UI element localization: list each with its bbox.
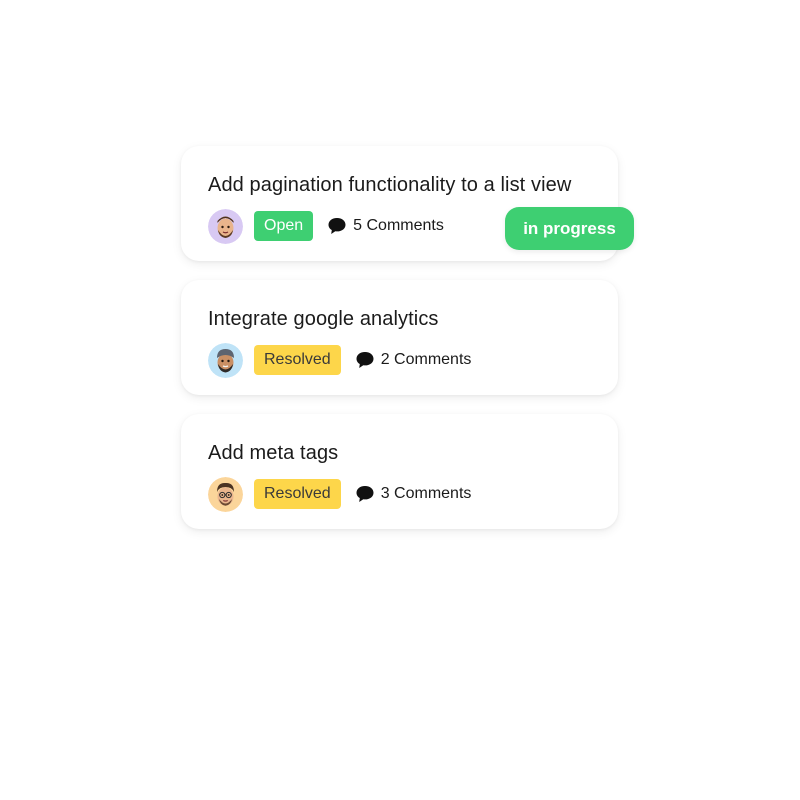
avatar-man-glasses-icon [208, 476, 243, 512]
task-card[interactable]: Integrate google analytics Resolved 2 Co… [181, 280, 618, 395]
comments-link[interactable]: 2 Comments [355, 350, 472, 370]
speech-bubble-icon [356, 352, 374, 368]
avatar[interactable] [208, 342, 243, 378]
comments-count: 5 Comments [353, 217, 444, 234]
comments-link[interactable]: 3 Comments [355, 484, 472, 504]
task-meta: Open 5 Comments [208, 208, 444, 244]
status-badge: Open [254, 211, 314, 241]
task-title: Integrate google analytics [208, 308, 439, 330]
status-badge: Resolved [254, 479, 341, 509]
in-progress-status-pill[interactable]: in progress [505, 207, 634, 250]
task-meta: Resolved 2 Comments [208, 342, 471, 378]
comments-link[interactable]: 5 Comments [327, 216, 444, 236]
avatar[interactable] [208, 208, 243, 244]
speech-bubble-icon [356, 486, 374, 502]
avatar-man-beard-icon [208, 208, 243, 244]
avatar-man-cap-icon [208, 342, 243, 378]
task-title: Add pagination functionality to a list v… [208, 174, 572, 196]
speech-bubble-icon [328, 218, 346, 234]
status-badge: Resolved [254, 345, 341, 375]
avatar[interactable] [208, 476, 243, 512]
comments-count: 3 Comments [380, 485, 472, 502]
task-card[interactable]: Add meta tags Resolved 3 Comments [181, 414, 618, 529]
task-meta: Resolved 3 Comments [208, 476, 471, 512]
comments-count: 2 Comments [380, 351, 472, 368]
task-board: Add pagination functionality to a list v… [0, 0, 800, 800]
task-title: Add meta tags [208, 442, 339, 464]
